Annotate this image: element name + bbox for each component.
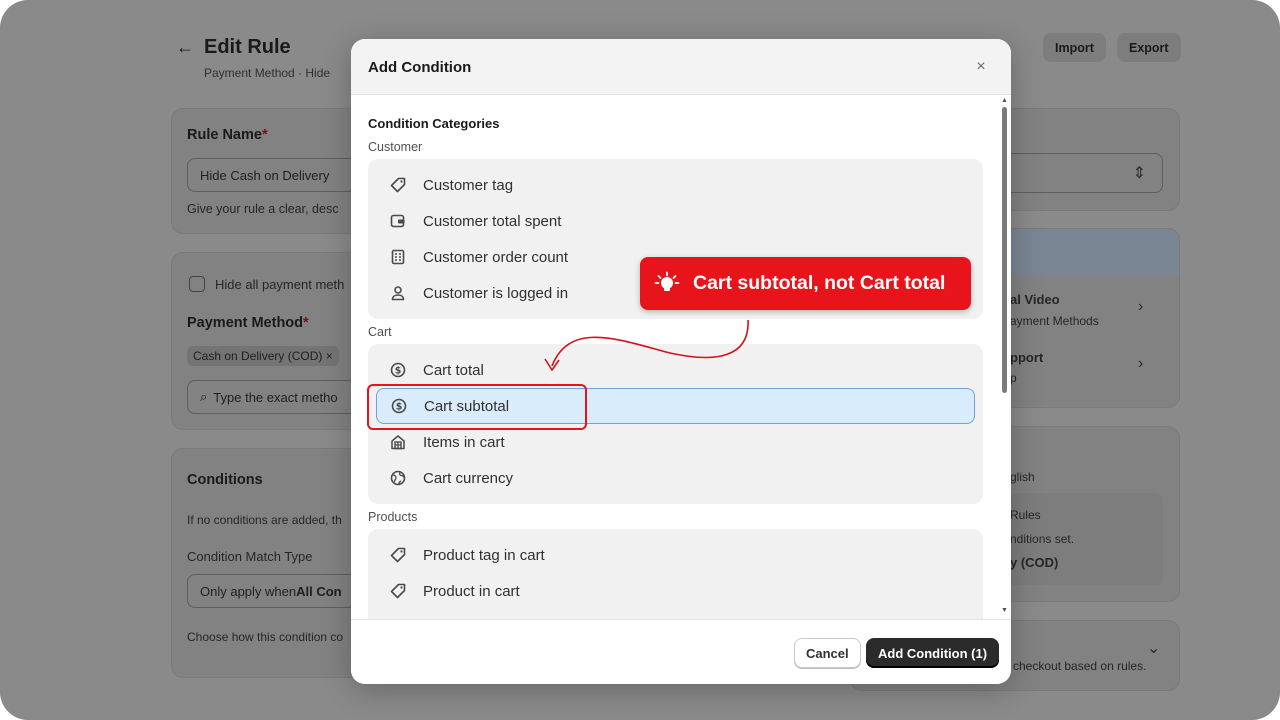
modal-title: Add Condition xyxy=(368,59,472,76)
payment-method-label: Payment Method* xyxy=(187,315,309,331)
annotation-callout: Cart subtotal, not Cart total xyxy=(640,257,971,310)
summary-rules: Rules xyxy=(1010,508,1041,522)
annotation-arrow xyxy=(544,319,749,371)
cancel-button[interactable]: Cancel xyxy=(794,638,861,668)
condition-item-product-in-cart[interactable]: Product in cart xyxy=(376,573,975,609)
match-type-label: Condition Match Type xyxy=(187,549,313,564)
import-button[interactable]: Import xyxy=(1043,33,1106,62)
annotation-text: Cart subtotal, not Cart total xyxy=(693,272,946,294)
payment-search-placeholder: Type the exact metho xyxy=(213,389,338,405)
video-sub: ayment Methods xyxy=(1010,314,1099,328)
chevron-right-icon[interactable]: › xyxy=(1138,298,1143,316)
rule-name-label: Rule Name* xyxy=(187,127,268,143)
summary-conditions: nditions set. xyxy=(1010,532,1075,546)
condition-item-customer-total-spent[interactable]: Customer total spent xyxy=(376,203,975,239)
back-arrow-icon[interactable]: ← xyxy=(176,37,194,58)
support-sub: p xyxy=(1010,371,1017,385)
tag-icon xyxy=(389,582,407,600)
cart-items-icon xyxy=(389,433,407,451)
support-title: pport xyxy=(1010,350,1044,365)
group-label-customer: Customer xyxy=(368,140,423,154)
group-products: Product tag in cart Product in cart xyxy=(368,529,983,619)
add-condition-button[interactable]: Add Condition (1) xyxy=(866,638,1000,668)
condition-item-label: Customer order count xyxy=(423,248,569,266)
person-icon xyxy=(389,284,407,302)
payment-chip: Cash on Delivery (COD) × xyxy=(187,346,339,366)
payment-search-input[interactable]: ⌕ Type the exact metho xyxy=(187,380,361,414)
summary-cod: y (COD) xyxy=(1010,555,1059,570)
tag-icon xyxy=(389,176,407,194)
svg-text:$: $ xyxy=(395,366,402,377)
condition-item-label: Product tag in cart xyxy=(423,546,545,564)
match-type-select[interactable]: Only apply when All Con xyxy=(187,574,361,608)
page-subtitle: Payment Method · Hide xyxy=(204,66,331,80)
tag-icon xyxy=(389,546,407,564)
page-title: Edit Rule xyxy=(204,36,291,58)
condition-item-label: Items in cart xyxy=(423,433,505,451)
hide-all-checkbox[interactable] xyxy=(189,276,205,292)
modal-scrollbar[interactable]: ▲ ▼ xyxy=(1001,97,1009,617)
right-select[interactable]: ⇕ xyxy=(1000,153,1163,193)
condition-item-label: Cart total xyxy=(423,361,484,379)
video-title: al Video xyxy=(1010,292,1060,307)
chevron-right-icon[interactable]: › xyxy=(1138,355,1143,373)
checkout-text: checkout based on rules. xyxy=(1013,659,1147,673)
group-label-cart: Cart xyxy=(368,325,392,339)
scroll-down-icon[interactable]: ▼ xyxy=(1001,607,1008,614)
condition-item-label: Product in cart xyxy=(423,582,520,600)
chip-close-icon[interactable]: × xyxy=(326,349,333,363)
page-header: ← Edit Rule xyxy=(176,36,291,59)
right-card-2-header xyxy=(1000,229,1179,275)
export-button[interactable]: Export xyxy=(1117,33,1181,62)
receipt-icon xyxy=(389,248,407,266)
condition-item-cart-currency[interactable]: Cart currency xyxy=(376,460,975,496)
scroll-thumb[interactable] xyxy=(1002,107,1007,393)
modal-footer: Cancel Add Condition (1) xyxy=(351,619,1011,684)
rule-name-help: Give your rule a clear, desc xyxy=(187,202,339,216)
condition-categories-title: Condition Categories xyxy=(368,116,500,131)
rule-name-input[interactable]: Hide Cash on Delivery xyxy=(187,158,361,192)
highlight-box xyxy=(367,384,587,430)
wallet-icon xyxy=(389,212,407,230)
search-icon: ⌕ xyxy=(200,389,208,404)
hide-all-label: Hide all payment meth xyxy=(215,277,345,292)
condition-item-product-tag-in-cart[interactable]: Product tag in cart xyxy=(376,537,975,573)
chevron-down-icon[interactable]: ⌄ xyxy=(1147,638,1160,658)
scroll-up-icon[interactable]: ▲ xyxy=(1001,97,1008,104)
condition-item-customer-tag[interactable]: Customer tag xyxy=(376,167,975,203)
globe-icon xyxy=(389,469,407,487)
match-type-help: Choose how this condition co xyxy=(187,630,344,644)
modal-header: Add Condition × xyxy=(351,39,1011,95)
language-text: glish xyxy=(1010,470,1035,484)
close-icon[interactable]: × xyxy=(971,57,991,77)
conditions-label: Conditions xyxy=(187,472,263,488)
condition-item-label: Customer tag xyxy=(423,176,514,194)
condition-item-label: Customer is logged in xyxy=(423,284,569,302)
group-label-products: Products xyxy=(368,510,418,524)
lightbulb-icon xyxy=(654,271,680,291)
screen-frame: ← Edit Rule Payment Method · Hide Import… xyxy=(0,0,1280,720)
conditions-help: If no conditions are added, th xyxy=(187,513,342,527)
condition-item-label: Customer total spent xyxy=(423,212,562,230)
select-arrows-icon: ⇕ xyxy=(1132,165,1146,182)
dollar-circle-icon: $ xyxy=(389,361,407,379)
condition-item-label: Cart currency xyxy=(423,469,514,487)
